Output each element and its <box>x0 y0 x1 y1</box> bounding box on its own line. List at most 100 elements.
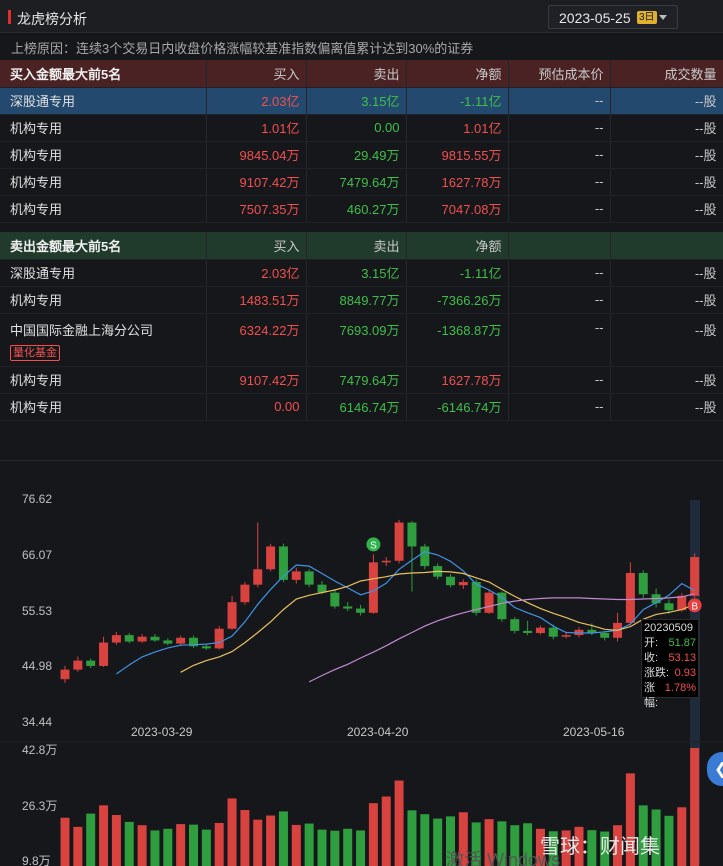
sell-table-row[interactable]: 机构专用 9107.42万 7479.64万 1627.78万 -- --股 <box>0 366 723 394</box>
candle-body <box>446 576 455 586</box>
candle-body <box>535 627 545 633</box>
seat-name-cell[interactable]: 机构专用 <box>0 195 207 223</box>
seat-name-cell[interactable]: 机构专用 <box>0 168 207 196</box>
volume-tick-label: 26.3万 <box>22 799 58 813</box>
sell-table-row[interactable]: 中国国际金融上海分公司 量化基金 6324.22万 7693.09万 -1368.87万… <box>0 313 723 367</box>
buy-table-row[interactable]: 机构专用 7507.35万 460.27万 7047.08万 -- --股 <box>0 195 723 223</box>
candle-body <box>137 636 147 642</box>
buy-table-header-row: 买入金额最大前5名 买入 卖出 净额 预估成本价 成交数量 <box>0 60 723 88</box>
volume-cell: --股 <box>610 114 723 142</box>
volume-cell: --股 <box>610 168 723 196</box>
sell-table-header-cell: 卖出金额最大前5名 <box>0 232 207 260</box>
candle-body <box>394 522 404 561</box>
panel-title: 龙虎榜分析 <box>17 11 87 27</box>
tooltip-value: 1.78% <box>664 682 696 694</box>
tooltip-key: 涨幅: <box>644 682 659 709</box>
candle-body <box>523 630 533 633</box>
x-tick-label: 2023-04-20 <box>347 725 409 739</box>
seat-name-cell[interactable]: 机构专用 <box>0 393 207 421</box>
candle-body <box>266 546 276 570</box>
candle-body <box>497 592 507 620</box>
buy-table-row[interactable]: 机构专用 1.01亿 0.00 1.01亿 -- --股 <box>0 114 723 142</box>
net-amount-cell: 1.01亿 <box>406 114 509 142</box>
candle-body <box>60 669 70 680</box>
volume-bar <box>111 814 121 866</box>
kline-chart[interactable]: SB <box>0 480 723 866</box>
cost-price-cell: -- <box>508 114 611 142</box>
sell-amount-cell: 8849.77万 <box>306 286 407 314</box>
moving-average-line <box>116 551 695 675</box>
candle-body <box>278 546 288 580</box>
cost-price-cell: -- <box>508 366 611 394</box>
seat-name-cell[interactable]: 机构专用 <box>0 141 207 169</box>
seat-name: 深股通专用 <box>10 94 76 109</box>
sell-amount-cell: 0.00 <box>306 114 407 142</box>
seat-name-cell[interactable]: 机构专用 <box>0 366 207 394</box>
volume-bar <box>330 830 340 866</box>
buy-table-header-cell: 净额 <box>406 60 509 88</box>
tooltip-row: 开: 51.87 <box>644 636 696 651</box>
sell-table-row[interactable]: 机构专用 1483.51万 8849.77万 -7366.26万 -- --股 <box>0 286 723 314</box>
seat-name: 中国国际金融上海分公司 <box>10 322 154 338</box>
seat-name-cell[interactable]: 机构专用 <box>0 114 207 142</box>
sell-table-row[interactable]: 深股通专用 2.03亿 3.15亿 -1.11亿 -- --股 <box>0 259 723 287</box>
volume-bar <box>664 815 674 866</box>
buy-amount-cell: 9107.42万 <box>206 168 307 196</box>
tooltip-value: 0.93 <box>674 667 696 679</box>
chevron-left-icon: ❮ <box>714 759 723 779</box>
seat-name: 机构专用 <box>10 400 63 415</box>
sell-amount-cell: 29.49万 <box>306 141 407 169</box>
volume-bar <box>253 819 263 866</box>
y-tick-label: 66.07 <box>22 548 53 562</box>
candle-body <box>625 572 635 623</box>
sell-table-row[interactable]: 机构专用 0.00 6146.74万 -6146.74万 -- --股 <box>0 393 723 421</box>
volume-bar <box>86 813 96 866</box>
buy-amount-cell: 6324.22万 <box>206 313 307 367</box>
seat-name-cell[interactable]: 中国国际金融上海分公司 量化基金 <box>0 313 207 367</box>
candle-body <box>304 571 314 585</box>
buy-amount-cell: 2.03亿 <box>206 87 307 115</box>
seat-name-cell[interactable]: 深股通专用 <box>0 87 207 115</box>
quant-fund-badge: 量化基金 <box>10 344 60 361</box>
candle-body <box>561 635 571 637</box>
buy-amount-cell: 1.01亿 <box>206 114 307 142</box>
volume-bar <box>189 824 198 866</box>
x-tick-label: 2023-03-29 <box>131 725 193 739</box>
net-amount-cell: -1.11亿 <box>406 259 509 287</box>
seat-name: 机构专用 <box>10 202 63 217</box>
seat-name: 机构专用 <box>10 148 63 163</box>
volume-cell: --股 <box>610 366 723 394</box>
candle-body <box>420 546 430 567</box>
sell-amount-cell: 3.15亿 <box>306 87 407 115</box>
xueqiu-watermark: 雪球：财闻集 <box>540 836 660 858</box>
buy-table-header-cell: 卖出 <box>306 60 407 88</box>
candle-body <box>484 592 494 613</box>
seat-name: 深股通专用 <box>10 266 76 281</box>
seat-name-cell[interactable]: 深股通专用 <box>0 259 207 287</box>
volume-cell: --股 <box>610 141 723 169</box>
volume-bar <box>240 810 250 866</box>
volume-bar <box>690 748 700 866</box>
buy-table-header-cell: 买入 <box>206 60 307 88</box>
buy-table-row[interactable]: 机构专用 9107.42万 7479.64万 1627.78万 -- --股 <box>0 168 723 196</box>
buy-amount-cell: 2.03亿 <box>206 259 307 287</box>
buy-table-row[interactable]: 深股通专用 2.03亿 3.15亿 -1.11亿 -- --股 <box>0 87 723 115</box>
candle-body <box>471 582 481 613</box>
chevron-down-icon[interactable] <box>659 15 667 20</box>
y-tick-label: 34.44 <box>22 715 53 729</box>
x-tick-label: 2023-05-16 <box>563 725 625 739</box>
candle-body <box>150 636 160 641</box>
candle-body <box>227 602 237 629</box>
seat-name-cell[interactable]: 机构专用 <box>0 286 207 314</box>
candle-body <box>111 635 121 643</box>
candle-body <box>356 608 366 613</box>
cost-price-cell: -- <box>508 168 611 196</box>
date-picker[interactable]: 2023-05-25 3日 <box>548 5 678 29</box>
net-amount-cell: 9815.55万 <box>406 141 509 169</box>
buy-table-row[interactable]: 机构专用 9845.04万 29.49万 9815.55万 -- --股 <box>0 141 723 169</box>
candle-body <box>86 660 96 666</box>
date-value: 2023-05-25 <box>559 10 631 26</box>
buy-table-header-cell: 成交数量 <box>610 60 723 88</box>
candle-body <box>381 560 391 563</box>
seat-name: 机构专用 <box>10 175 63 190</box>
